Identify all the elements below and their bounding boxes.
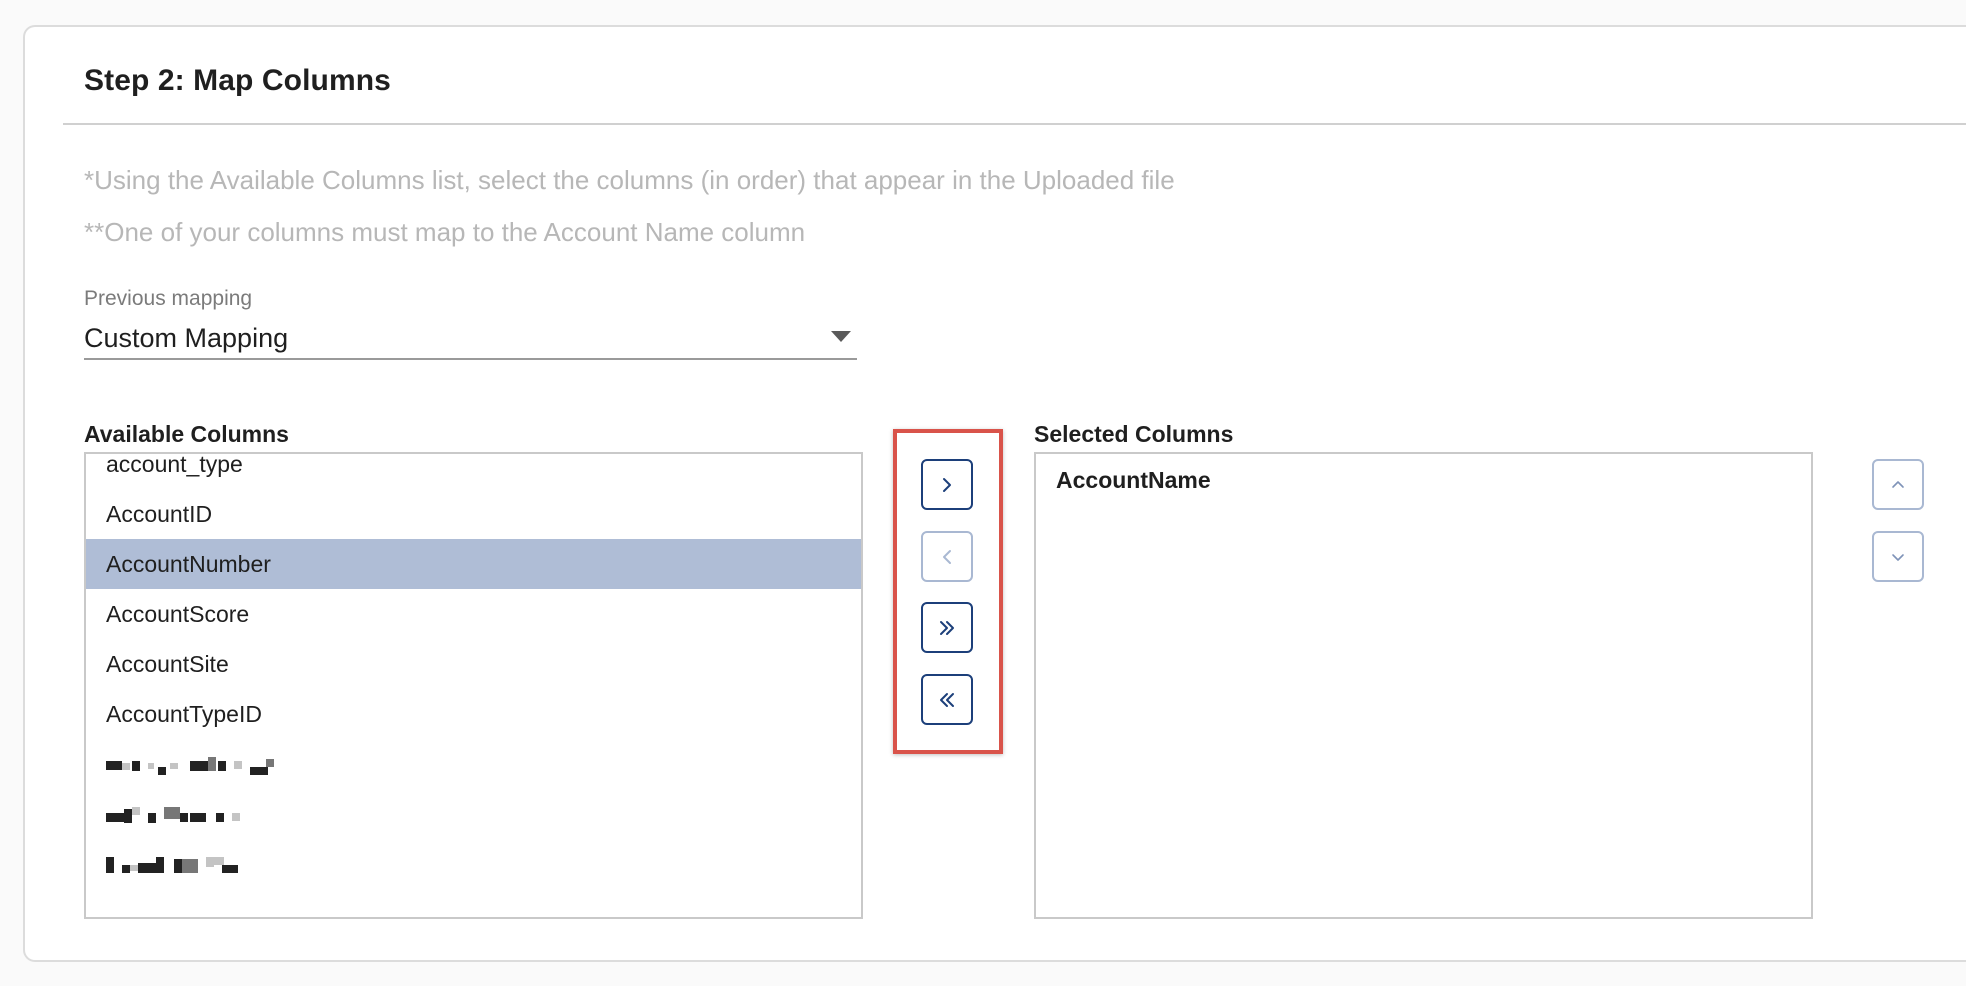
previous-mapping-select[interactable]: Custom Mapping (84, 318, 857, 360)
selected-columns-heading: Selected Columns (1034, 421, 1234, 447)
previous-mapping-value: Custom Mapping (84, 323, 289, 353)
double-chevron-left-icon (940, 692, 954, 707)
move-left-button[interactable] (921, 531, 973, 582)
list-item[interactable]: AccountName (1056, 467, 1211, 494)
title-divider (63, 123, 1966, 125)
list-item[interactable]: account_type (86, 454, 861, 489)
available-columns-heading: Available Columns (84, 421, 289, 447)
chevron-right-icon (943, 477, 951, 492)
list-item[interactable]: AccountScore (86, 589, 861, 639)
move-all-left-button[interactable] (921, 674, 973, 725)
chevron-down-icon (1892, 553, 1904, 561)
move-all-right-button[interactable] (921, 602, 973, 653)
dropdown-caret-icon (831, 331, 851, 342)
list-item-selected[interactable]: AccountNumber (86, 539, 861, 589)
selected-columns-list[interactable]: AccountName (1034, 452, 1813, 919)
hint-order: *Using the Available Columns list, selec… (84, 165, 1175, 195)
redacted-list-item[interactable] (86, 789, 861, 839)
double-chevron-right-icon (940, 620, 954, 635)
redacted-list-item[interactable] (86, 739, 861, 789)
chevron-left-icon (943, 549, 951, 564)
previous-mapping-label: Previous mapping (84, 287, 253, 310)
move-right-button[interactable] (921, 459, 973, 510)
list-item[interactable]: AccountID (86, 489, 861, 539)
list-item[interactable]: AccountSite (86, 639, 861, 689)
move-down-button[interactable] (1872, 531, 1924, 582)
move-up-button[interactable] (1872, 459, 1924, 510)
list-item[interactable]: AccountTypeID (86, 689, 861, 739)
available-columns-list[interactable]: account_type AccountID AccountNumber Acc… (84, 452, 863, 919)
hint-account-name: **One of your columns must map to the Ac… (84, 217, 806, 247)
chevron-up-icon (1892, 480, 1904, 488)
redacted-list-item[interactable] (86, 839, 861, 889)
step-title: Step 2: Map Columns (84, 64, 391, 97)
